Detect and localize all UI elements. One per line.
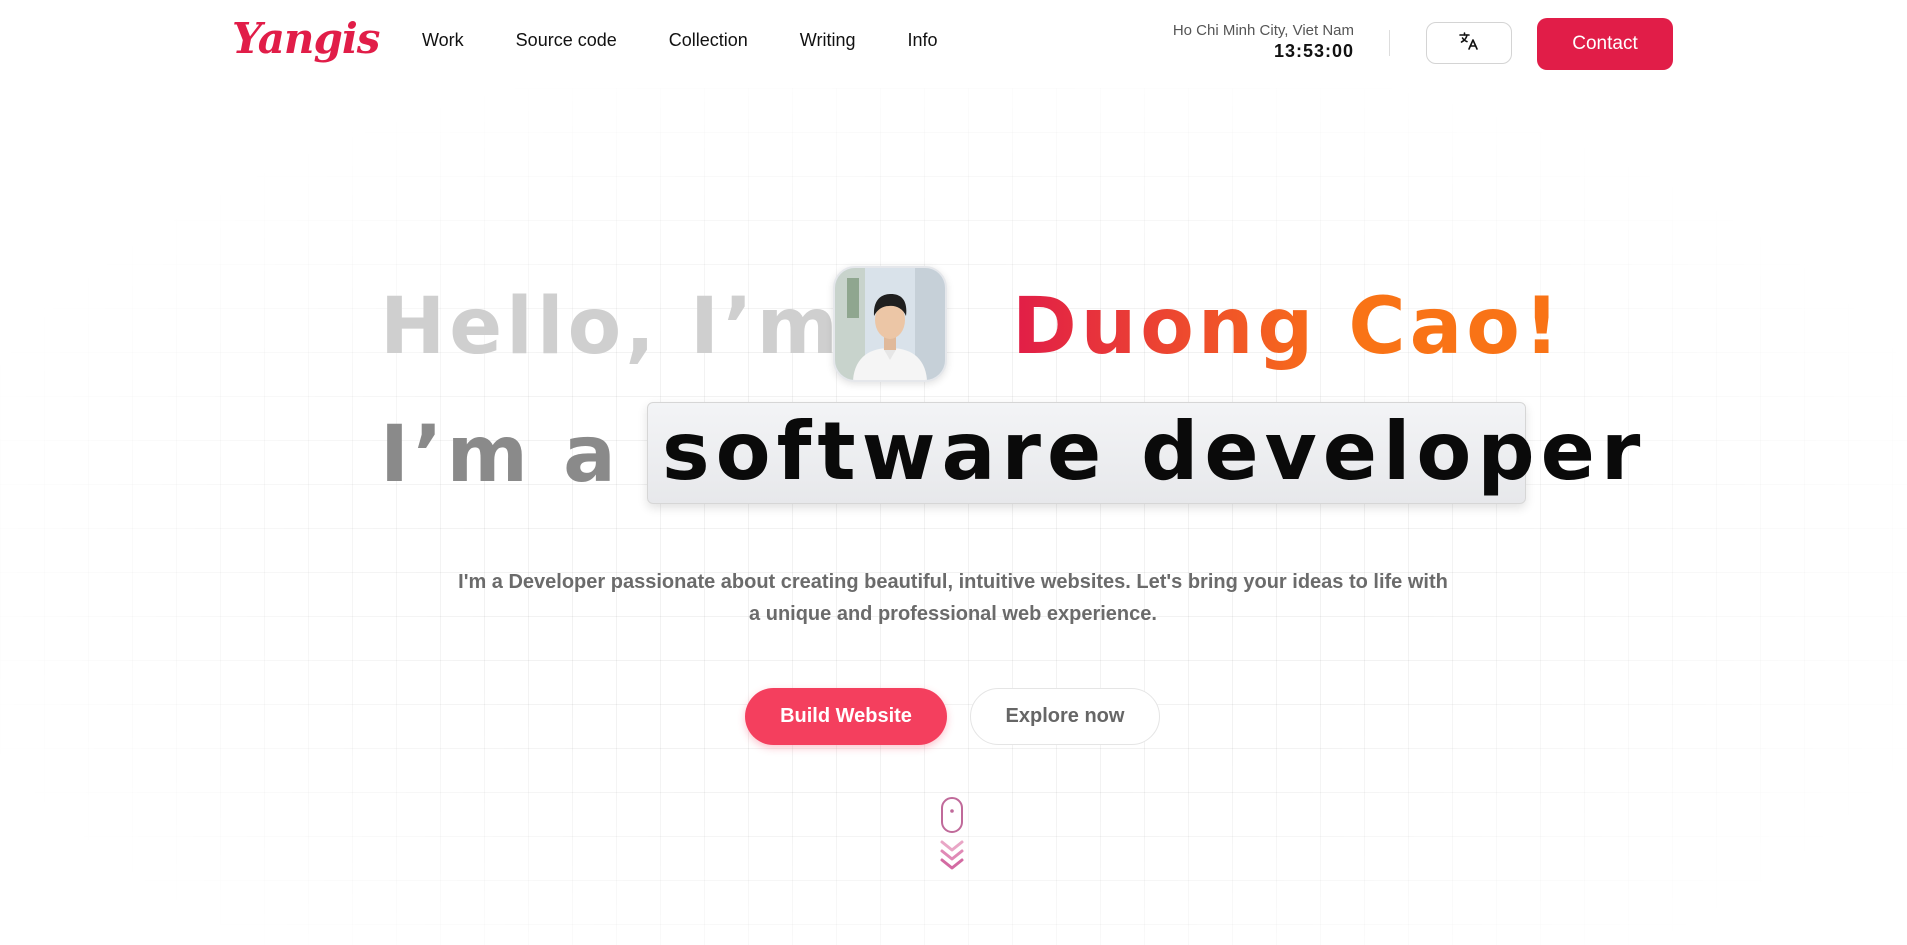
hero-name: Duong Cao!: [1011, 282, 1564, 372]
explore-now-button[interactable]: Explore now: [970, 688, 1160, 745]
language-button[interactable]: [1426, 22, 1512, 64]
hero-role: software developer: [662, 405, 1647, 498]
nav-item-collection[interactable]: Collection: [669, 30, 748, 51]
hero-greeting-line: Hello, I’m Duong Cao!: [380, 272, 1563, 382]
scroll-down-indicator[interactable]: [937, 796, 967, 880]
hero-role-prefix: I’m a: [380, 410, 620, 500]
clock-time: 13:53:00: [1273, 41, 1354, 61]
main-nav: Work Source code Collection Writing Info: [422, 30, 990, 51]
location-clock: Ho Chi Minh City, Viet Nam 13:53:00: [1173, 22, 1354, 62]
site-header: Yangis Work Source code Collection Writi…: [0, 0, 1907, 88]
nav-item-work[interactable]: Work: [422, 30, 464, 51]
hero-greeting: Hello, I’m: [380, 282, 842, 372]
hero-description: I'm a Developer passionate about creatin…: [458, 571, 1448, 625]
location-text: Ho Chi Minh City, Viet Nam: [1172, 22, 1354, 39]
nav-item-source-code[interactable]: Source code: [516, 30, 617, 51]
translate-icon: [1458, 30, 1480, 56]
logo[interactable]: Yangis: [232, 14, 380, 63]
nav-item-info[interactable]: Info: [907, 30, 937, 51]
header-divider: [1389, 30, 1390, 56]
contact-button[interactable]: Contact: [1537, 18, 1673, 70]
nav-item-writing[interactable]: Writing: [800, 30, 856, 51]
hero-role-line: I’m a: [380, 400, 620, 510]
avatar: [833, 266, 947, 382]
build-website-button[interactable]: Build Website: [745, 688, 947, 745]
